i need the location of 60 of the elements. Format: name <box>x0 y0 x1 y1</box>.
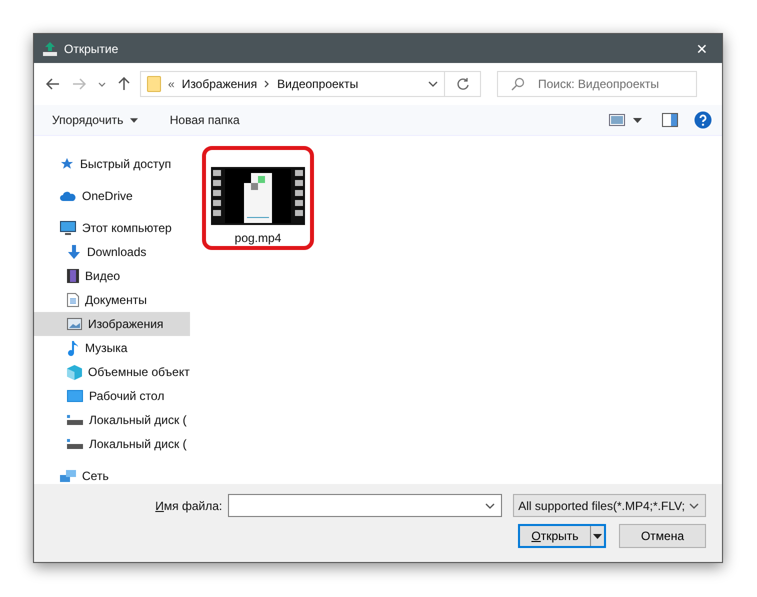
window-title: Открытие <box>64 42 120 56</box>
drive-icon <box>67 438 83 450</box>
help-icon[interactable] <box>694 111 712 129</box>
preview-pane-icon[interactable] <box>662 113 678 127</box>
breadcrumb-item[interactable]: Видеопроекты <box>277 77 358 91</box>
search-icon <box>511 77 525 91</box>
dropdown-icon <box>689 502 699 508</box>
sidebar-item[interactable]: Downloads <box>34 240 190 264</box>
computer-icon <box>60 221 76 235</box>
dropdown-icon[interactable] <box>428 81 438 87</box>
sidebar-item[interactable]: Локальный диск ( <box>34 432 190 456</box>
sidebar-item[interactable]: Локальный диск ( <box>34 408 190 432</box>
file-name: pog.mp4 <box>234 231 282 245</box>
view-icon[interactable] <box>609 114 625 126</box>
drive-icon <box>67 414 83 426</box>
breadcrumb-item[interactable]: Изображения <box>182 77 258 91</box>
sidebar-item[interactable]: Изображения <box>34 312 190 336</box>
overflow-chevron[interactable]: « <box>168 77 175 91</box>
close-button[interactable]: ✕ <box>682 34 722 63</box>
document-icon <box>67 293 79 307</box>
sidebar-item[interactable]: Сеть <box>34 464 190 488</box>
dropdown-icon <box>485 503 496 509</box>
file-name-label: Имя файла: <box>155 498 222 512</box>
download-arrow-icon <box>67 245 81 259</box>
open-menu-button[interactable] <box>590 526 604 546</box>
cloud-icon <box>60 191 76 201</box>
chevron-icon <box>264 80 270 88</box>
sidebar-item[interactable]: Документы <box>34 288 190 312</box>
folder-icon <box>147 76 161 92</box>
refresh-button[interactable] <box>445 71 481 97</box>
new-folder-button[interactable]: Новая папка <box>162 109 248 131</box>
file-type-dropdown[interactable]: All supported files(*.MP4;*.FLV; <box>513 494 706 517</box>
caret-icon[interactable] <box>633 118 642 122</box>
organize-button[interactable]: Упорядочить <box>44 109 146 131</box>
image-icon <box>67 318 82 330</box>
sidebar-item[interactable]: Быстрый доступ <box>34 152 190 176</box>
caret-icon <box>593 534 602 538</box>
file-item[interactable]: pog.mp4 <box>202 146 314 250</box>
desktop-icon <box>67 390 83 402</box>
cancel-button[interactable]: Отмена <box>619 524 706 548</box>
search-field[interactable]: Поиск: Видеопроекты <box>497 71 697 97</box>
sidebar-item[interactable]: Музыка <box>34 336 190 360</box>
sidebar-item[interactable]: Этот компьютер <box>34 216 190 240</box>
file-name-field[interactable] <box>228 494 502 517</box>
film-icon <box>67 269 79 283</box>
address-bar[interactable]: « Изображения Видеопроекты <box>140 71 445 97</box>
up-arrow-icon[interactable] <box>118 77 130 91</box>
sidebar-item[interactable]: Рабочий стол <box>34 384 190 408</box>
network-icon <box>60 469 76 483</box>
sidebar-item[interactable]: Видео <box>34 264 190 288</box>
cube-icon <box>67 364 82 380</box>
caret-icon <box>130 118 138 124</box>
app-icon <box>42 40 58 56</box>
sidebar-item[interactable]: OneDrive <box>34 184 190 208</box>
music-note-icon <box>67 340 79 356</box>
back-arrow-icon[interactable] <box>46 78 60 90</box>
star-icon <box>60 157 74 171</box>
refresh-icon <box>456 77 470 91</box>
caret-icon[interactable] <box>98 82 106 86</box>
sidebar-item[interactable]: Объемные объект <box>34 360 190 384</box>
